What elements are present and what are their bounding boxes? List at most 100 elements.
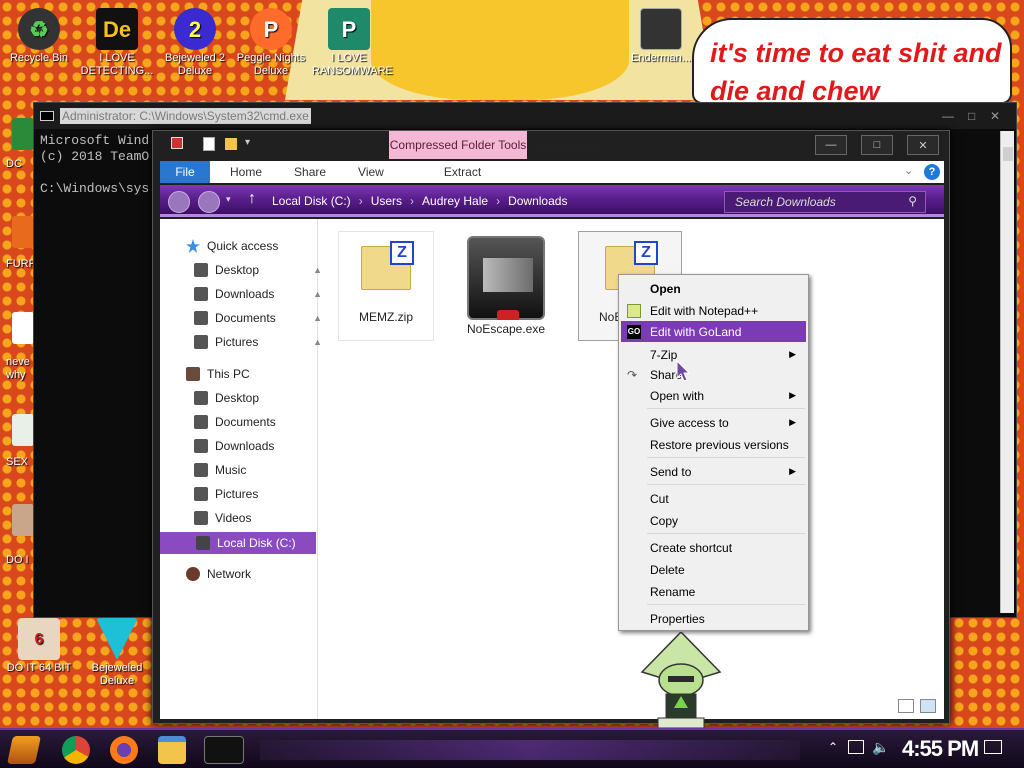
desktop-icon-detecting[interactable]: De I LOVE DETECTING... [80, 8, 154, 78]
help-icon[interactable]: ? [924, 164, 940, 180]
chrome-icon[interactable] [62, 736, 90, 764]
clock[interactable]: 4:55 PM [902, 736, 979, 762]
menu-item-send-to[interactable]: Send to ▶ [621, 461, 806, 482]
desktop-icon-do-it-64-bit[interactable]: 6 DO IT 64 BIT [2, 618, 76, 675]
tab-view[interactable]: View [342, 165, 400, 179]
nav-qa-documents[interactable]: Documents ▲ [194, 307, 324, 329]
cmd-titlebar[interactable]: Administrator: C:\Windows\System32\cmd.e… [34, 103, 1016, 129]
computer-icon [186, 367, 200, 381]
menu-separator [647, 533, 805, 534]
menu-item-7zip[interactable]: 7-Zip ▶ [621, 344, 806, 365]
menu-item-open-with[interactable]: Open with ▶ [621, 385, 806, 406]
menu-item-rename[interactable]: Rename [621, 581, 806, 602]
nav-pc-pictures[interactable]: Pictures [194, 483, 324, 505]
menu-separator [647, 484, 805, 485]
forward-button[interactable] [198, 191, 220, 213]
pin-icon: ▲ [313, 289, 322, 299]
bejeweled-icon [96, 618, 138, 660]
cmd-taskbar-icon[interactable] [204, 736, 244, 764]
nav-qa-pictures[interactable]: Pictures ▲ [194, 331, 324, 353]
show-hidden-icons-icon[interactable]: ⌃ [828, 740, 838, 754]
file-item-memz-zip[interactable]: Z MEMZ.zip [338, 231, 434, 341]
desktop-icon-enderman[interactable]: Enderman... [624, 8, 698, 65]
share-icon: ↷ [627, 367, 638, 382]
properties-icon[interactable] [203, 137, 215, 151]
pictures-folder-icon [194, 335, 208, 349]
scroll-thumb[interactable] [1003, 147, 1013, 161]
menu-item-share[interactable]: ↷ Share [621, 364, 806, 385]
menu-item-edit-notepadpp[interactable]: Edit with Notepad++ [621, 300, 806, 321]
documents-folder-icon [194, 415, 208, 429]
nav-pc-local-disk[interactable]: Local Disk (C:) [160, 532, 316, 554]
menu-item-give-access[interactable]: Give access to ▶ [621, 412, 806, 433]
nav-pc-music[interactable]: Music [194, 459, 324, 481]
nav-network[interactable]: Network [186, 563, 316, 585]
cmd-maximize-button[interactable]: □ [968, 109, 975, 123]
tab-compressed-folder-tools[interactable]: Compressed Folder Tools [389, 131, 527, 159]
nav-qa-downloads[interactable]: Downloads ▲ [194, 283, 324, 305]
mouse-cursor-icon [676, 360, 690, 382]
start-button[interactable] [7, 736, 41, 764]
explorer-titlebar[interactable]: ▾ Compressed Folder Tools Downloads — □ … [153, 131, 949, 159]
network-tray-icon[interactable] [848, 740, 864, 754]
close-button[interactable]: ✕ [907, 135, 939, 155]
breadcrumb-users[interactable]: Users [371, 194, 408, 208]
notepadpp-icon [627, 303, 641, 318]
tab-file[interactable]: File [160, 161, 210, 183]
recent-locations-chevron-icon[interactable]: ▾ [226, 194, 231, 205]
explorer-content: Quick access Desktop ▲ Downloads ▲ Documen… [160, 219, 944, 719]
large-icons-view-icon[interactable] [920, 699, 936, 713]
breadcrumb-local-disk[interactable]: Local Disk (C:) [272, 194, 357, 208]
file-explorer-icon[interactable] [158, 736, 186, 764]
tab-home[interactable]: Home [210, 165, 278, 179]
nav-this-pc[interactable]: This PC [186, 363, 316, 385]
desktop-icon-peggle[interactable]: P Peggle Nights Deluxe [234, 8, 308, 78]
back-button[interactable] [168, 191, 190, 213]
tab-extract[interactable]: Extract [400, 165, 497, 179]
minimize-button[interactable]: — [815, 135, 847, 155]
desktop-icon-recycle-bin[interactable]: ♻ Recycle Bin [2, 8, 76, 65]
file-item-noescape-exe[interactable]: NoEscape.exe [458, 231, 554, 341]
menu-item-delete[interactable]: Delete [621, 559, 806, 580]
up-arrow-icon[interactable]: ↑ [248, 190, 256, 208]
notifications-icon[interactable] [984, 740, 1002, 754]
desktop-icon-bejeweled-deluxe[interactable]: Bejeweled Deluxe [80, 618, 154, 688]
menu-item-edit-goland[interactable]: GO Edit with GoLand [621, 321, 806, 342]
address-bar: ▾ ↑ Local Disk (C:) › Users › Audrey Hale ›… [160, 185, 944, 217]
nav-quick-access[interactable]: Quick access [186, 235, 316, 257]
new-folder-icon[interactable] [225, 138, 237, 150]
cmd-minimize-button[interactable]: — [942, 109, 954, 123]
customize-chevron-icon[interactable]: ▾ [245, 137, 250, 148]
breadcrumb-audrey-hale[interactable]: Audrey Hale [422, 194, 494, 208]
volume-icon[interactable]: 🔈 [872, 739, 889, 756]
explorer-window[interactable]: ▾ Compressed Folder Tools Downloads — □ … [152, 130, 950, 724]
nav-pc-videos[interactable]: Videos [194, 507, 324, 529]
menu-item-cut[interactable]: Cut [621, 488, 806, 509]
cmd-close-button[interactable]: ✕ [990, 109, 1000, 123]
menu-item-open[interactable]: Open [621, 278, 806, 299]
desktop-icon-ransomware[interactable]: P I LOVE RANSOMWARE [312, 8, 393, 78]
menu-item-properties[interactable]: Properties [621, 608, 806, 629]
cmd-scrollbar[interactable] [1000, 131, 1014, 613]
nav-pc-desktop[interactable]: Desktop [194, 387, 324, 409]
desktop-icon-bejeweled-2[interactable]: 2 Bejeweled 2 Deluxe [158, 8, 232, 78]
breadcrumb-downloads[interactable]: Downloads [508, 194, 573, 208]
maximize-button[interactable]: □ [861, 135, 893, 155]
search-input[interactable]: Search Downloads ⚲ [724, 191, 926, 213]
breadcrumb: Local Disk (C:) › Users › Audrey Hale › Dow… [272, 194, 573, 208]
menu-item-create-shortcut[interactable]: Create shortcut [621, 537, 806, 558]
menu-separator [647, 457, 805, 458]
quick-access-toolbar-icon[interactable] [171, 137, 183, 149]
menu-item-restore-versions[interactable]: Restore previous versions [621, 434, 806, 455]
firefox-icon[interactable] [110, 736, 138, 764]
menu-item-copy[interactable]: Copy [621, 510, 806, 531]
star-icon [186, 239, 200, 253]
cmd-title-text: Administrator: C:\Windows\System32\cmd.e… [60, 108, 311, 124]
music-folder-icon [194, 463, 208, 477]
details-view-icon[interactable] [898, 699, 914, 713]
nav-pc-documents[interactable]: Documents [194, 411, 324, 433]
ribbon-collapse-chevron-icon[interactable]: ⌄ [904, 164, 913, 177]
nav-qa-desktop[interactable]: Desktop ▲ [194, 259, 324, 281]
tab-share[interactable]: Share [278, 165, 342, 179]
nav-pc-downloads[interactable]: Downloads [194, 435, 324, 457]
